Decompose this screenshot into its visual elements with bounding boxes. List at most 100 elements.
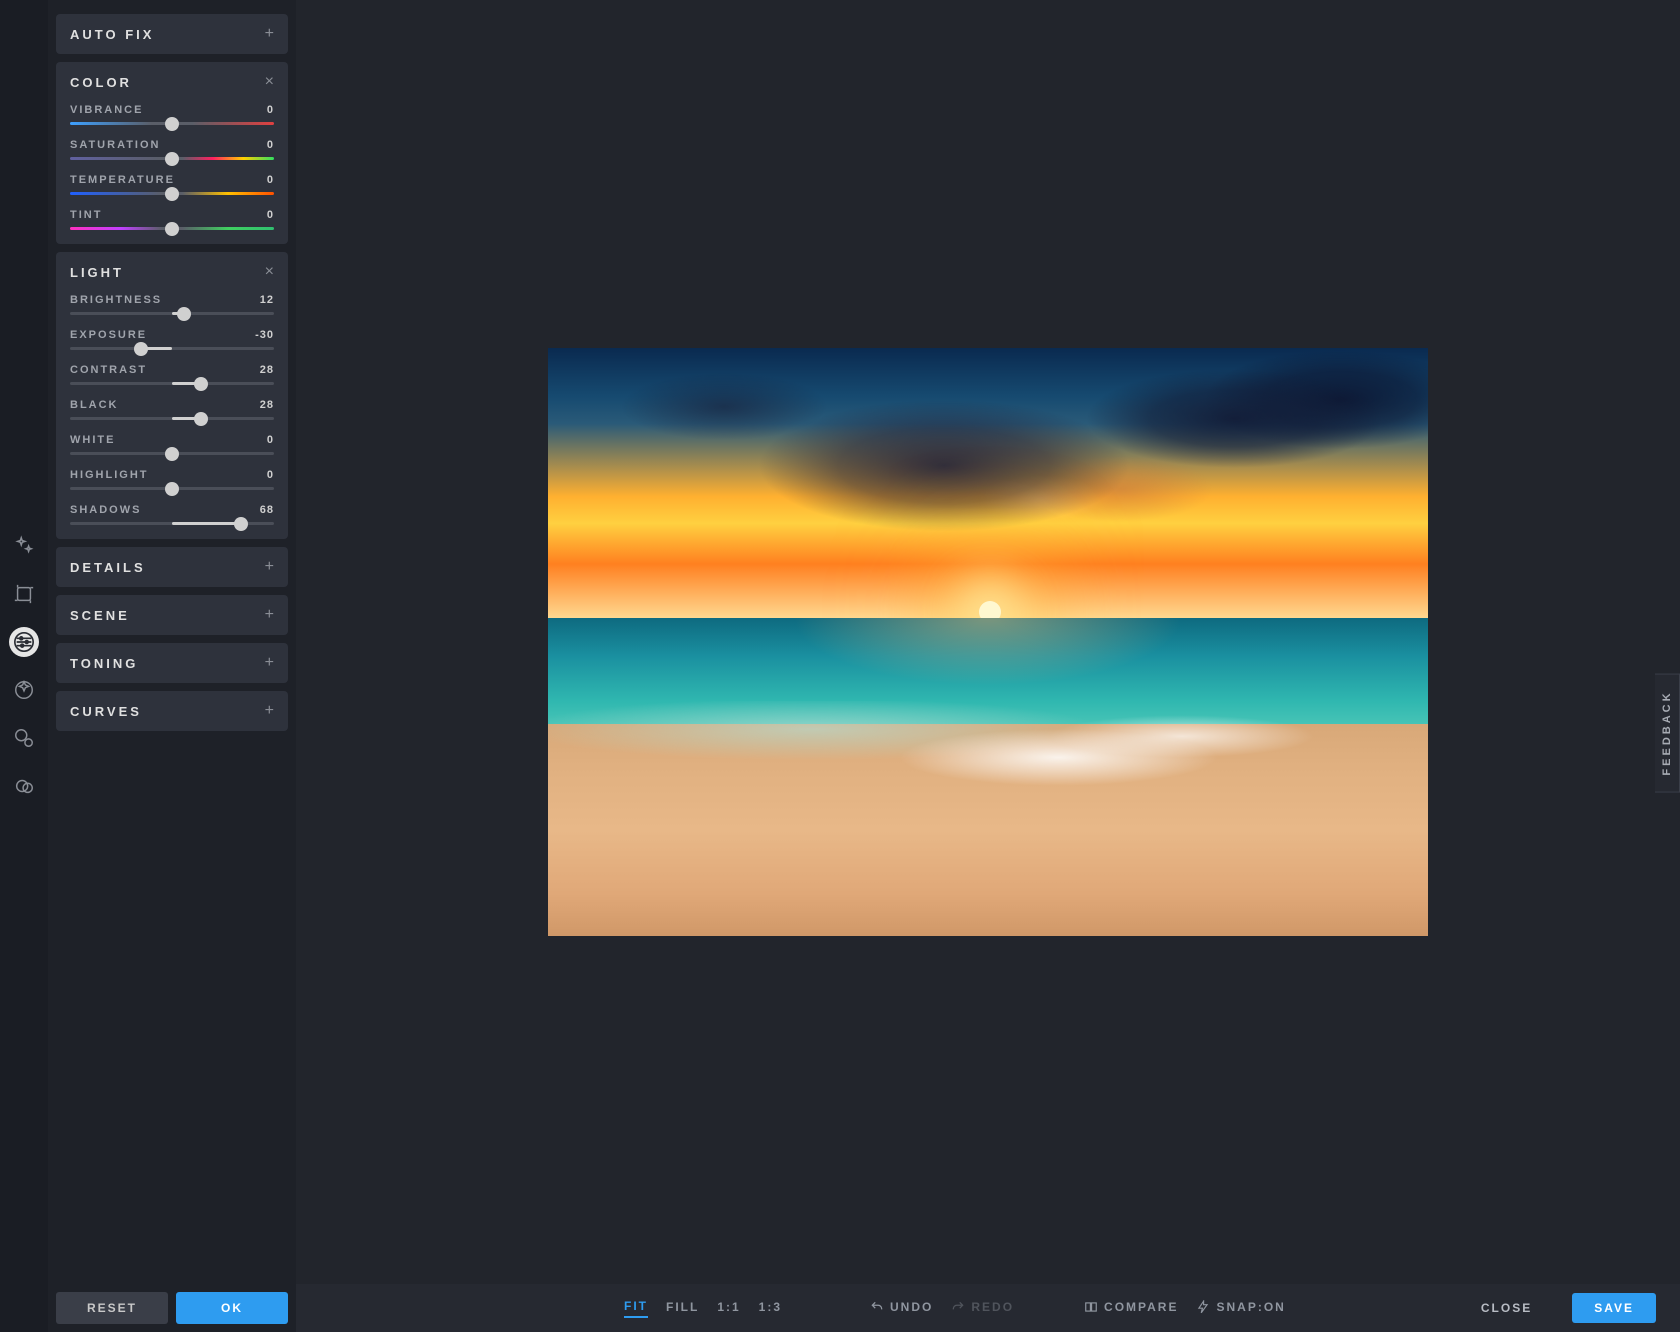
slider-label: TEMPERATURE (70, 174, 175, 186)
slider-track[interactable] (70, 227, 274, 230)
slider-highlight: HIGHLIGHT 0 (70, 469, 274, 490)
canvas-area[interactable] (296, 0, 1680, 1284)
expand-icon[interactable]: + (265, 607, 274, 623)
ok-button[interactable]: OK (176, 1292, 288, 1324)
close-icon[interactable]: × (265, 74, 274, 90)
expand-icon[interactable]: + (265, 655, 274, 671)
slider-temperature: TEMPERATURE 0 (70, 174, 274, 195)
zoom-group: FIT FILL 1:1 1:3 (624, 1299, 782, 1318)
slider-thumb[interactable] (165, 117, 179, 131)
compare-button[interactable]: COMPARE (1084, 1300, 1178, 1317)
slider-track[interactable] (70, 122, 274, 125)
close-icon[interactable]: × (265, 264, 274, 280)
expand-icon[interactable]: + (265, 26, 274, 42)
slider-label: SHADOWS (70, 504, 141, 516)
panel-light-header[interactable]: LIGHT × (70, 264, 274, 280)
panel-title: AUTO FIX (70, 27, 154, 42)
expand-icon[interactable]: + (265, 559, 274, 575)
slider-saturation: SATURATION 0 (70, 139, 274, 160)
tool-effects-icon[interactable] (9, 675, 39, 705)
zoom-1-1[interactable]: 1:1 (717, 1300, 740, 1317)
adjustment-sidebar: AUTO FIX + COLOR × VIBRANCE 0 SATURATION… (48, 0, 296, 1332)
slider-value: 0 (267, 139, 274, 151)
slider-track[interactable] (70, 382, 274, 385)
slider-exposure: EXPOSURE -30 (70, 329, 274, 350)
panel-curves-header[interactable]: CURVES + (70, 703, 274, 719)
slider-track[interactable] (70, 417, 274, 420)
tool-crop-icon[interactable] (9, 579, 39, 609)
slider-thumb[interactable] (165, 447, 179, 461)
snap-toggle[interactable]: SNAP:ON (1196, 1300, 1285, 1317)
redo-label: REDO (971, 1300, 1014, 1314)
slider-thumb[interactable] (165, 187, 179, 201)
slider-thumb[interactable] (165, 482, 179, 496)
panel-scene-header[interactable]: SCENE + (70, 607, 274, 623)
panel-title: CURVES (70, 704, 142, 719)
slider-label: VIBRANCE (70, 104, 143, 116)
panel-toning-header[interactable]: TONING + (70, 655, 274, 671)
close-button[interactable]: CLOSE (1459, 1293, 1554, 1323)
panel-autofix-header[interactable]: AUTO FIX + (70, 26, 274, 42)
panel-title: COLOR (70, 75, 132, 90)
panel-color-header[interactable]: COLOR × (70, 74, 274, 90)
slider-thumb[interactable] (165, 152, 179, 166)
slider-value: 12 (260, 294, 274, 306)
slider-value: 0 (267, 469, 274, 481)
zoom-1-3[interactable]: 1:3 (759, 1300, 782, 1317)
slider-thumb[interactable] (194, 377, 208, 391)
tool-blend-icon[interactable] (9, 771, 39, 801)
panel-toning: TONING + (56, 643, 288, 683)
panel-details: DETAILS + (56, 547, 288, 587)
undo-icon (870, 1300, 884, 1314)
slider-label: SATURATION (70, 139, 160, 151)
slider-track[interactable] (70, 522, 274, 525)
save-button[interactable]: SAVE (1572, 1293, 1656, 1323)
zoom-fill[interactable]: FILL (666, 1300, 699, 1317)
slider-track[interactable] (70, 192, 274, 195)
slider-contrast: CONTRAST 28 (70, 364, 274, 385)
compare-label: COMPARE (1104, 1300, 1178, 1314)
slider-thumb[interactable] (177, 307, 191, 321)
panel-details-header[interactable]: DETAILS + (70, 559, 274, 575)
slider-label: BRIGHTNESS (70, 294, 162, 306)
undo-label: UNDO (890, 1300, 933, 1314)
compare-icon (1084, 1300, 1098, 1314)
bottom-toolbar: FIT FILL 1:1 1:3 UNDO REDO COMPARE (296, 1284, 1680, 1332)
panel-title: SCENE (70, 608, 130, 623)
slider-value: 0 (267, 104, 274, 116)
slider-track[interactable] (70, 487, 274, 490)
slider-value: 0 (267, 209, 274, 221)
tool-auto-icon[interactable] (9, 531, 39, 561)
slider-thumb[interactable] (194, 412, 208, 426)
panel-curves: CURVES + (56, 691, 288, 731)
slider-value: 68 (260, 504, 274, 516)
tool-rail (0, 0, 48, 1332)
slider-label: EXPOSURE (70, 329, 147, 341)
slider-thumb[interactable] (134, 342, 148, 356)
panel-title: DETAILS (70, 560, 146, 575)
slider-thumb[interactable] (234, 517, 248, 531)
panel-color: COLOR × VIBRANCE 0 SATURATION 0 TEMPERA (56, 62, 288, 244)
slider-value: 0 (267, 174, 274, 186)
tool-shapes-icon[interactable] (9, 723, 39, 753)
slider-track[interactable] (70, 347, 274, 350)
slider-label: WHITE (70, 434, 115, 446)
panel-title: LIGHT (70, 265, 124, 280)
slider-white: WHITE 0 (70, 434, 274, 455)
undo-button[interactable]: UNDO (870, 1300, 933, 1317)
slider-thumb[interactable] (165, 222, 179, 236)
panel-title: TONING (70, 656, 138, 671)
expand-icon[interactable]: + (265, 703, 274, 719)
slider-value: 28 (260, 399, 274, 411)
feedback-tab[interactable]: FEEDBACK (1655, 673, 1680, 792)
slider-track[interactable] (70, 157, 274, 160)
slider-track[interactable] (70, 312, 274, 315)
slider-label: BLACK (70, 399, 119, 411)
slider-label: CONTRAST (70, 364, 147, 376)
zoom-fit[interactable]: FIT (624, 1299, 648, 1318)
slider-track[interactable] (70, 452, 274, 455)
tool-adjust-icon[interactable] (9, 627, 39, 657)
slider-label: HIGHLIGHT (70, 469, 149, 481)
reset-button[interactable]: RESET (56, 1292, 168, 1324)
slider-value: 28 (260, 364, 274, 376)
